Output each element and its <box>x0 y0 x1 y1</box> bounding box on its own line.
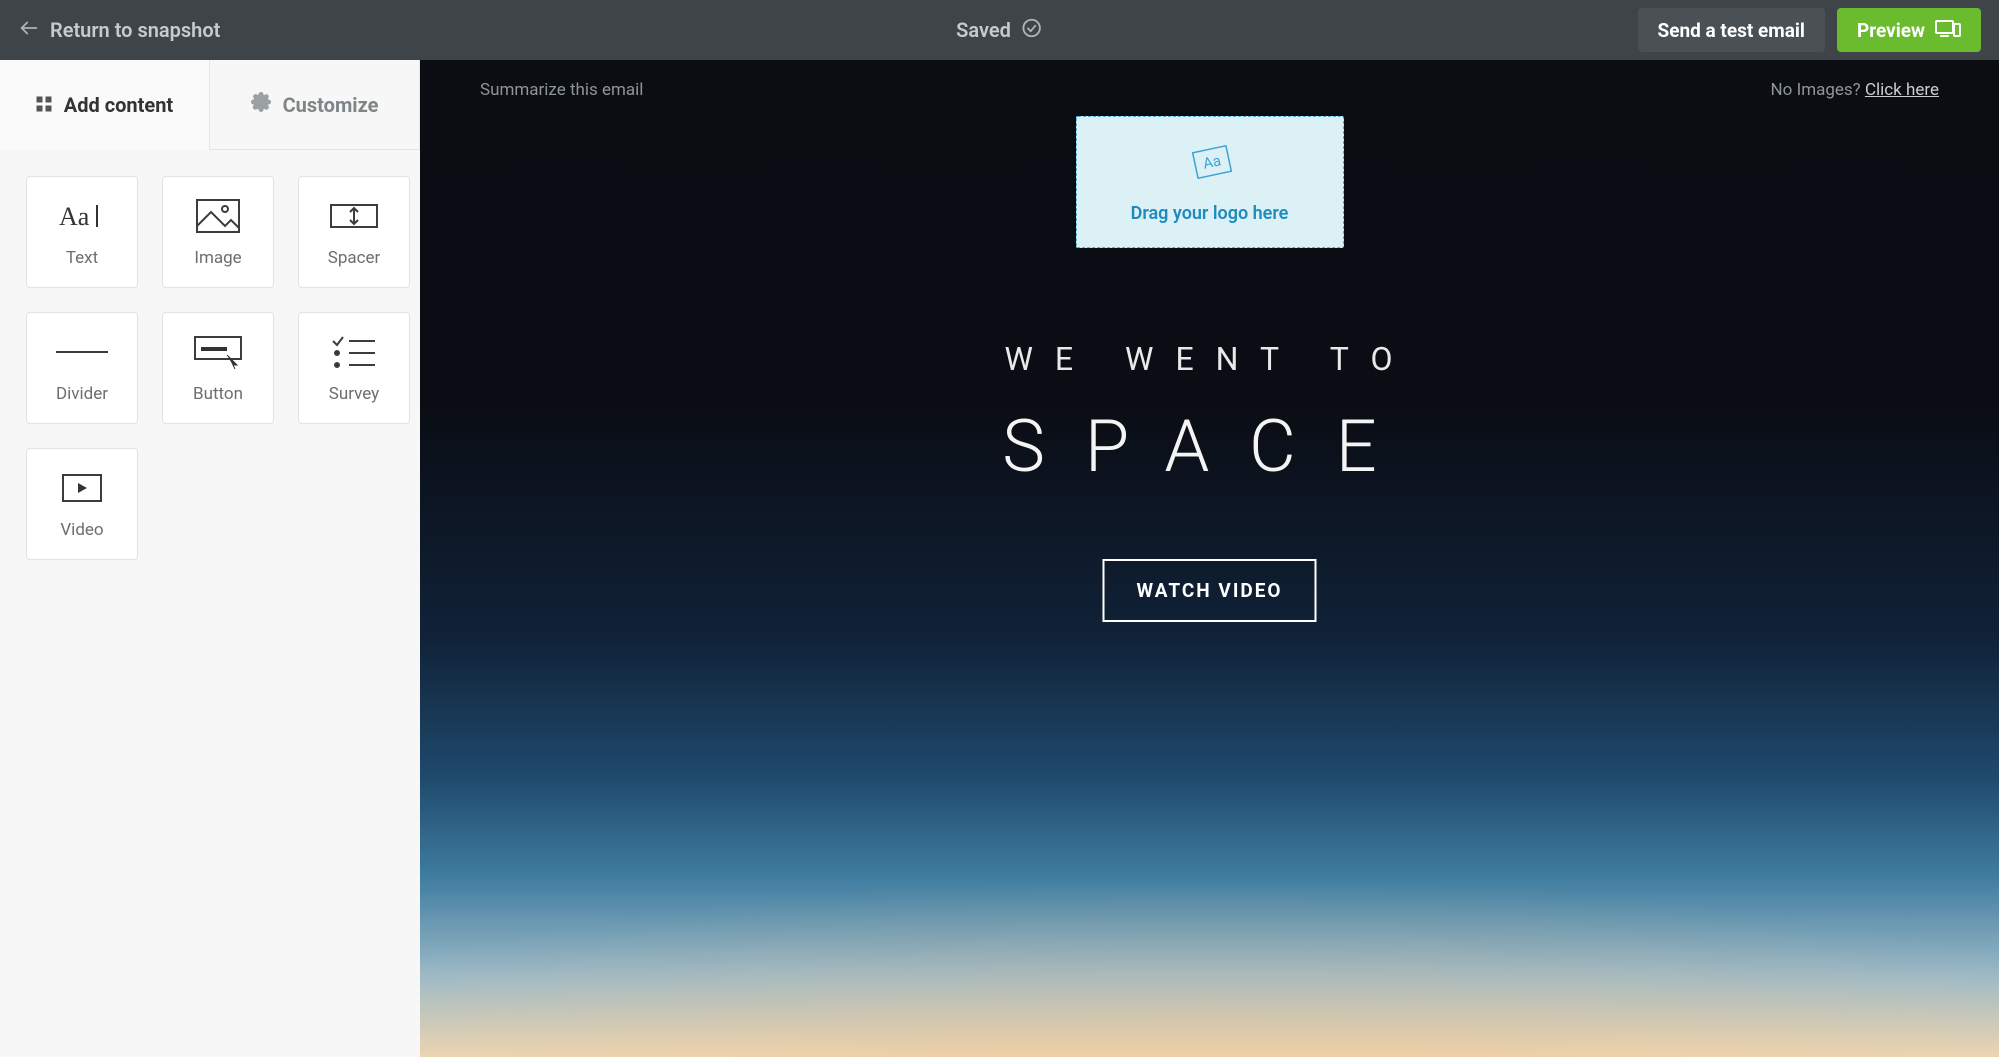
email-top-bar: Summarize this email No Images? Click he… <box>420 80 1999 100</box>
tab-add-content[interactable]: Add content <box>0 60 210 150</box>
topbar: Return to snapshot Saved Send a test ema… <box>0 0 1999 60</box>
button-icon <box>193 332 243 372</box>
block-survey[interactable]: Survey <box>298 312 410 424</box>
logo-drop-label: Drag your logo here <box>1131 203 1289 224</box>
no-images-link[interactable]: Click here <box>1865 80 1939 100</box>
tab-customize[interactable]: Customize <box>210 60 420 150</box>
sidebar: Add content Customize Aa Text Image <box>0 60 420 1057</box>
hero-section: WE WENT TO SPACE WATCH VIDEO <box>420 340 1999 622</box>
hero-watch-video-button[interactable]: WATCH VIDEO <box>1102 559 1316 622</box>
block-video[interactable]: Video <box>26 448 138 560</box>
block-spacer-label: Spacer <box>328 248 381 268</box>
no-images-text: No Images? Click here <box>1771 80 1939 100</box>
send-test-email-button[interactable]: Send a test email <box>1638 8 1825 52</box>
block-image[interactable]: Image <box>162 176 274 288</box>
return-to-snapshot-button[interactable]: Return to snapshot <box>18 17 220 44</box>
no-images-prefix: No Images? <box>1771 80 1865 100</box>
svg-text:Aa: Aa <box>1201 151 1222 172</box>
preview-label: Preview <box>1857 19 1925 42</box>
hero-line1[interactable]: WE WENT TO <box>420 340 1999 378</box>
arrow-left-icon <box>18 17 40 44</box>
grid-icon <box>36 93 52 117</box>
summarize-link[interactable]: Summarize this email <box>480 80 643 100</box>
gear-icon <box>251 92 271 117</box>
block-button[interactable]: Button <box>162 312 274 424</box>
video-icon <box>61 468 103 508</box>
block-image-label: Image <box>194 248 241 268</box>
block-divider[interactable]: Divider <box>26 312 138 424</box>
block-button-label: Button <box>193 384 243 404</box>
block-text[interactable]: Aa Text <box>26 176 138 288</box>
tab-add-content-label: Add content <box>64 93 173 117</box>
block-survey-label: Survey <box>329 384 379 404</box>
text-icon: Aa <box>59 196 105 236</box>
main: Add content Customize Aa Text Image <box>0 60 1999 1057</box>
tab-customize-label: Customize <box>283 93 379 117</box>
save-status: Saved <box>956 17 1043 44</box>
image-icon <box>195 196 241 236</box>
send-test-email-label: Send a test email <box>1658 19 1805 42</box>
block-spacer[interactable]: Spacer <box>298 176 410 288</box>
logo-dropzone[interactable]: Aa Drag your logo here <box>1076 116 1344 248</box>
preview-button[interactable]: Preview <box>1837 8 1981 52</box>
content-blocks: Aa Text Image Spacer Divider <box>0 150 420 586</box>
saved-label: Saved <box>956 18 1011 42</box>
block-text-label: Text <box>66 248 98 268</box>
block-divider-label: Divider <box>56 384 108 404</box>
devices-icon <box>1935 18 1961 43</box>
block-video-label: Video <box>60 520 103 540</box>
divider-icon <box>54 332 110 372</box>
spacer-icon <box>329 196 379 236</box>
return-label: Return to snapshot <box>50 18 220 42</box>
topbar-actions: Send a test email Preview <box>1638 8 1982 52</box>
email-canvas[interactable]: Summarize this email No Images? Click he… <box>420 60 1999 1057</box>
hero-line2[interactable]: SPACE <box>420 404 1999 489</box>
svg-text:Aa: Aa <box>59 202 90 231</box>
check-circle-icon <box>1021 17 1043 44</box>
survey-icon <box>331 332 377 372</box>
logo-placeholder-icon: Aa <box>1183 141 1237 189</box>
sidebar-tabs: Add content Customize <box>0 60 420 150</box>
